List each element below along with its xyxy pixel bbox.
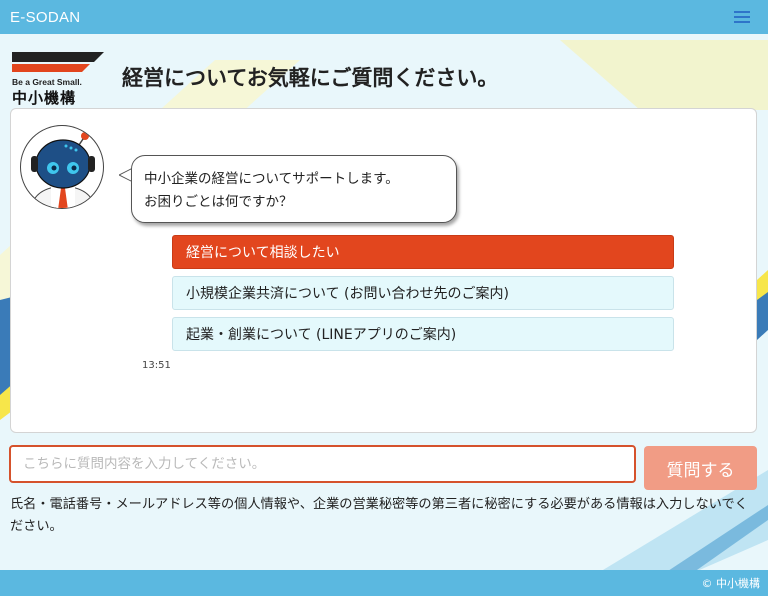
page-title: 経営についてお気軽にご質問ください。 <box>122 66 499 90</box>
app-title: E-SODAN <box>10 8 81 26</box>
copyright-text: © 中小機構 <box>701 577 761 590</box>
bot-avatar <box>20 125 104 209</box>
logo-tagline: Be a Great Small. <box>12 77 82 87</box>
option-startup[interactable]: 起業・創業について (LINEアプリのご案内) <box>172 317 674 351</box>
bot-message-bubble: 中小企業の経営についてサポートします。 お困りごとは何ですか？ <box>131 155 457 223</box>
option-consult-management[interactable]: 経営について相談したい <box>172 235 674 269</box>
bot-message-line: 中小企業の経営についてサポートします。 <box>144 171 399 187</box>
option-label: 起業・創業について (LINEアプリのご案内) <box>186 327 457 343</box>
logo-mark-icon <box>12 52 104 72</box>
option-label: 小規模企業共済について (お問い合わせ先のご案内) <box>186 286 509 302</box>
option-small-business-mutual-aid[interactable]: 小規模企業共済について (お問い合わせ先のご案内) <box>172 276 674 310</box>
chat-panel: 中小企業の経営についてサポートします。 お困りごとは何ですか？ 経営について相談… <box>10 108 757 433</box>
option-label: 経営について相談したい <box>186 245 340 261</box>
organization-logo: Be a Great Small. 中小機構 <box>12 52 104 107</box>
logo-name: 中小機構 <box>12 89 77 107</box>
hamburger-menu-icon[interactable] <box>734 11 750 23</box>
app-footer: © 中小機構 <box>0 570 768 596</box>
question-input[interactable] <box>9 445 636 483</box>
bot-message-line: お困りごとは何ですか？ <box>144 194 293 210</box>
app-header: E-SODAN <box>0 0 768 34</box>
message-timestamp: 13:51 <box>142 360 171 371</box>
robot-icon <box>30 132 96 208</box>
submit-question-button[interactable]: 質問する <box>644 446 757 490</box>
privacy-notice: 氏名・電話番号・メールアドレス等の個人情報や、企業の営業秘密等の第三者に秘密にす… <box>10 497 748 534</box>
